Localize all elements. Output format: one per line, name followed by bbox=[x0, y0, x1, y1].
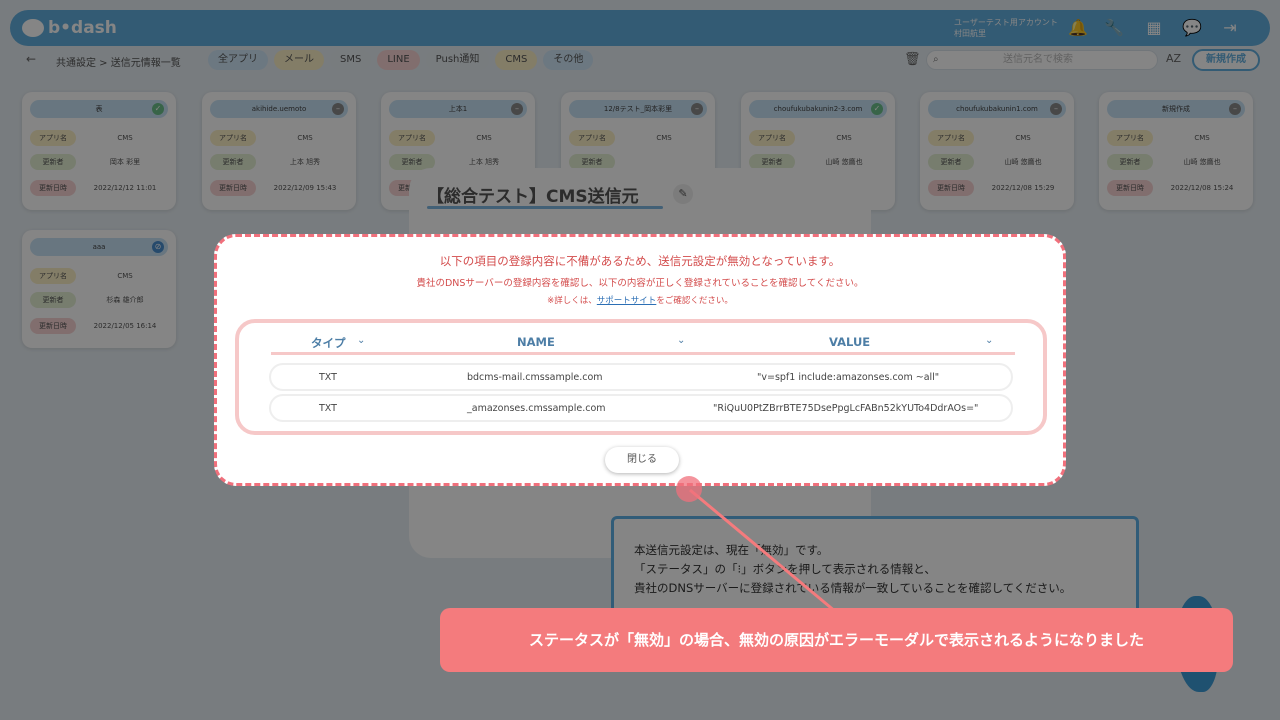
close-button[interactable]: 閉じる bbox=[605, 447, 679, 473]
column-header-type[interactable]: タイプ bbox=[311, 335, 346, 351]
support-note: ※詳しくは、サポートサイトをご確認ください。 bbox=[217, 294, 1063, 306]
cell-type: TXT bbox=[319, 403, 337, 414]
error-message: 以下の項目の登録内容に不備があるため、送信元設定が無効となっています。 bbox=[439, 254, 841, 268]
chevron-down-icon[interactable]: ⌄ bbox=[357, 335, 365, 346]
cell-type: TXT bbox=[319, 372, 337, 383]
support-note-pre: ※詳しくは、 bbox=[547, 296, 597, 306]
cell-value: "v=spf1 include:amazonses.com ~all" bbox=[757, 372, 940, 383]
chevron-down-icon[interactable]: ⌄ bbox=[985, 335, 993, 346]
cell-name: bdcms-mail.cmssample.com bbox=[467, 372, 603, 383]
cell-name: _amazonses.cmssample.com bbox=[467, 403, 606, 414]
column-header-name[interactable]: NAME bbox=[517, 335, 555, 349]
dns-records-table: タイプ ⌄ NAME ⌄ VALUE ⌄ TXT bdcms-mail.cmss… bbox=[235, 319, 1047, 435]
feature-banner: ステータスが「無効」の場合、無効の原因がエラーモーダルで表示されるようになりまし… bbox=[440, 608, 1233, 672]
support-site-link[interactable]: サポートサイト bbox=[597, 296, 657, 306]
error-modal: 以下の項目の登録内容に不備があるため、送信元設定が無効となっています。 貴社のD… bbox=[214, 234, 1066, 486]
support-note-post: をご確認ください。 bbox=[656, 296, 733, 306]
error-instruction: 貴社のDNSサーバーの登録内容を確認し、以下の内容が正しく登録されていることを確… bbox=[416, 278, 864, 289]
cell-value: "RiQuU0PtZBrrBTE75DsePpgLcFABn52kYUTo4Dd… bbox=[713, 403, 979, 414]
pointer-dot bbox=[676, 476, 702, 502]
table-row: TXT _amazonses.cmssample.com "RiQuU0PtZB… bbox=[269, 394, 1013, 422]
column-header-value[interactable]: VALUE bbox=[829, 335, 870, 349]
table-header: タイプ ⌄ NAME ⌄ VALUE ⌄ bbox=[271, 331, 1015, 355]
chevron-down-icon[interactable]: ⌄ bbox=[677, 335, 685, 346]
pointer-line bbox=[689, 488, 837, 614]
table-row: TXT bdcms-mail.cmssample.com "v=spf1 inc… bbox=[269, 363, 1013, 391]
